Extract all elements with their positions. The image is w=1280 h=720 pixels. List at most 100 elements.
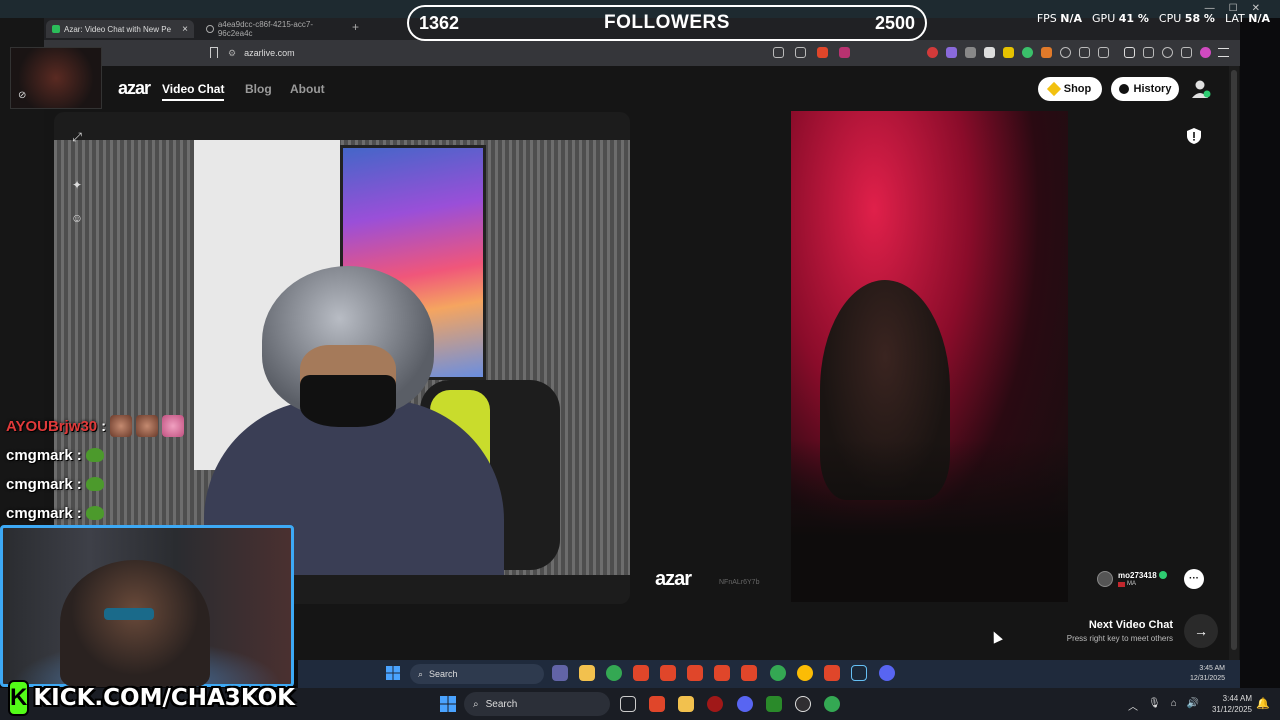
cast-icon[interactable] <box>773 47 784 58</box>
extension-red-icon[interactable] <box>927 47 938 58</box>
extension-box-icon[interactable] <box>1079 47 1090 58</box>
address-bar[interactable]: ⚙ azarlive.com <box>228 44 728 62</box>
streamer-mask <box>300 375 396 427</box>
chevron-up-icon[interactable]: ︿ <box>1128 698 1138 713</box>
partner-feed-shadow <box>791 440 1068 602</box>
nav-blog[interactable]: Blog <box>245 82 272 96</box>
extension-green-icon[interactable] <box>1022 47 1033 58</box>
wallet-icon[interactable] <box>1143 47 1154 58</box>
inner-explorer-icon[interactable] <box>579 665 595 681</box>
cpu-value: 58 % <box>1184 12 1215 25</box>
webcam-person <box>60 560 210 687</box>
cpu-label: CPU <box>1158 12 1182 25</box>
inner-discord-icon[interactable] <box>879 665 895 681</box>
new-tab-button[interactable]: + <box>352 20 359 34</box>
inner-chrome-icon-2[interactable] <box>770 665 786 681</box>
inner-taskbar-search[interactable]: ⌕ Search <box>410 664 544 684</box>
emoji-icon[interactable]: ☺ <box>70 211 84 225</box>
taskbar-clock[interactable]: 3:44 AM 31/12/2025 <box>1202 693 1252 715</box>
azar-watermark: azar <box>655 568 692 590</box>
search-icon: ⌕ <box>473 698 479 710</box>
inner-chrome-icon[interactable] <box>606 665 622 681</box>
shop-button[interactable]: Shop <box>1038 77 1102 101</box>
inner-brave-icon-3[interactable] <box>687 665 703 681</box>
azar-logo[interactable]: azar <box>118 78 151 99</box>
inner-brave-icon-6[interactable] <box>824 665 840 681</box>
chat-username: cmgmark <box>6 504 73 522</box>
extension-orange-icon[interactable] <box>1041 47 1052 58</box>
history-button[interactable]: History <box>1111 77 1179 101</box>
taskbar-search[interactable]: ⌕ Search <box>464 692 610 716</box>
tab-title: Azar: Video Chat with New Pe <box>64 24 172 34</box>
brave-shield-icon[interactable] <box>817 47 828 58</box>
next-chat-arrow-button[interactable]: → <box>1184 614 1218 648</box>
search-icon: ⌕ <box>418 668 424 679</box>
chat-button[interactable]: ··· <box>1184 569 1204 589</box>
tab-second[interactable]: a4ea9dcc-c86f-4215-acc7-96c2ea4c <box>200 20 350 38</box>
green-arrow-app-icon[interactable] <box>766 696 782 712</box>
inner-windows-start-icon[interactable] <box>386 666 400 680</box>
peer-country-code: MA <box>1127 581 1136 587</box>
system-tray: ︿ 🎙 ⌂ 🔊 <box>1128 698 1199 713</box>
nav-about[interactable]: About <box>290 82 325 96</box>
sidebar-icon[interactable] <box>1124 47 1135 58</box>
inner-teams-icon[interactable] <box>552 665 568 681</box>
extension-white-icon[interactable] <box>984 47 995 58</box>
discord-icon[interactable] <box>737 696 753 712</box>
task-view-icon[interactable] <box>620 696 636 712</box>
nav-video-chat[interactable]: Video Chat <box>162 82 225 101</box>
extension-purple-icon[interactable] <box>946 47 957 58</box>
chrome-icon[interactable] <box>824 696 840 712</box>
chat-text: : <box>76 446 82 464</box>
followers-goal: 2500 <box>874 12 915 33</box>
inner-brave-icon-4[interactable] <box>714 665 730 681</box>
inner-brave-icon-2[interactable] <box>660 665 676 681</box>
peer-avatar[interactable] <box>1097 571 1113 587</box>
taskbar-date: 31/12/2025 <box>1211 705 1252 714</box>
vpn-icon[interactable] <box>1181 47 1192 58</box>
peer-username[interactable]: mo273418 <box>1118 571 1157 580</box>
site-settings-icon[interactable]: ⚙ <box>228 48 236 59</box>
share-icon[interactable] <box>795 47 806 58</box>
extension-yellow-icon[interactable] <box>1003 47 1014 58</box>
user-profile-icon[interactable] <box>1190 78 1212 100</box>
clock-icon <box>1118 84 1129 94</box>
volume-icon[interactable]: 🔊 <box>1187 698 1199 713</box>
chat-username: AYOUBrjw30 <box>6 417 98 435</box>
url-text: azarlive.com <box>244 48 295 58</box>
kick-logo-icon: K <box>8 680 30 716</box>
bookmark-icon[interactable] <box>210 47 218 58</box>
history-label: History <box>1133 83 1172 95</box>
extension-settings-icon[interactable] <box>1060 47 1071 58</box>
extension-gray-icon[interactable] <box>965 47 976 58</box>
leo-ai-icon[interactable] <box>1162 47 1173 58</box>
red-app-icon[interactable] <box>707 696 723 712</box>
pink-face-emote-icon <box>162 415 185 437</box>
chat-text: : <box>101 417 107 435</box>
extension-frame-icon[interactable] <box>1098 47 1109 58</box>
taskbar-search-placeholder: Search <box>485 698 518 710</box>
network-icon[interactable]: ⌂ <box>1171 698 1177 713</box>
chat-message: cmgmark : <box>6 473 104 495</box>
obs-icon[interactable] <box>795 696 811 712</box>
effects-sparkle-icon[interactable]: ✦ <box>70 178 84 192</box>
close-tab-icon[interactable]: × <box>182 24 188 35</box>
report-shield-icon[interactable] <box>1186 127 1202 145</box>
followers-current: 1362 <box>419 12 460 33</box>
profile-avatar-icon[interactable] <box>1200 47 1211 58</box>
file-explorer-icon[interactable] <box>678 696 694 712</box>
windows-start-icon[interactable] <box>440 696 456 712</box>
notification-bell-icon[interactable]: 🔔 <box>1256 697 1270 710</box>
tab-azar[interactable]: Azar: Video Chat with New Pe × <box>46 20 194 38</box>
inner-chrome-icon-3[interactable] <box>797 665 813 681</box>
expand-icon[interactable]: ⤢ <box>70 130 84 144</box>
inner-steam-icon[interactable] <box>851 665 867 681</box>
tab-title: a4ea9dcc-c86f-4215-acc7-96c2ea4c <box>217 20 313 38</box>
inner-brave-icon-5[interactable] <box>741 665 757 681</box>
scrollbar-thumb[interactable] <box>1231 70 1237 650</box>
inner-brave-icon-1[interactable] <box>633 665 649 681</box>
brave-rewards-icon[interactable] <box>839 47 850 58</box>
brave-icon[interactable] <box>649 696 665 712</box>
microphone-icon[interactable]: 🎙 <box>1148 698 1161 713</box>
menu-icon[interactable] <box>1218 48 1229 57</box>
